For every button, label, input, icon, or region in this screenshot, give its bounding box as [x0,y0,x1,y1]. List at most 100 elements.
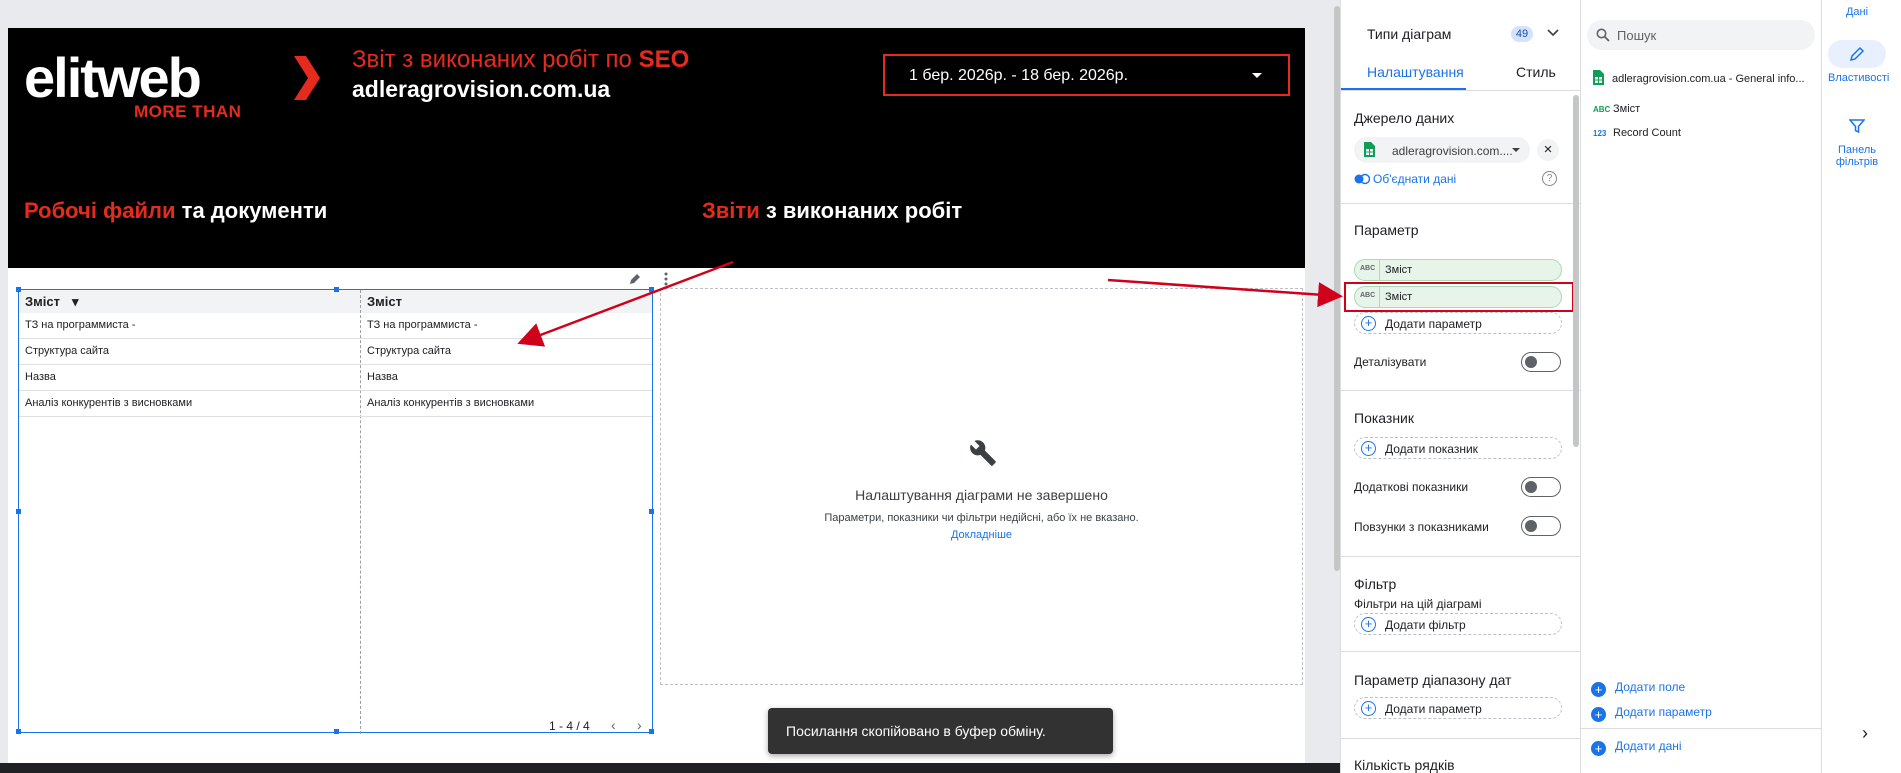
report-domain: adleragrovision.com.ua [352,76,611,102]
add-data-button[interactable]: + Додати дані [1591,739,1682,756]
add-dimension-label: Додати параметр [1385,317,1482,331]
incomplete-chart-title: Налаштування діаграми не завершено [855,487,1108,503]
drill-down-toggle[interactable] [1521,352,1561,372]
add-icon: + [1591,682,1606,697]
chevron-down-icon [1512,148,1520,152]
add-parameter-label: Додати параметр [1615,705,1712,719]
column-divider [360,290,361,734]
add-parameter-button[interactable]: + Додати параметр [1591,705,1712,722]
resize-handle[interactable] [16,287,21,292]
rows-heading: Кількість рядків [1354,757,1455,773]
data-source-item[interactable]: adleragrovision.com.ua - General info... [1593,70,1805,85]
logo-chevron-icon [294,56,320,100]
learn-more-link[interactable]: Докладніше [661,529,1302,541]
properties-scrollbar[interactable] [1573,95,1579,447]
chevron-down-icon[interactable] [1547,28,1559,38]
add-dimension-button[interactable]: + Додати параметр [1354,312,1562,334]
report-canvas: elitweb MORE THAN Звіт з виконаних робіт… [0,0,1340,773]
wrench-icon [970,440,996,466]
sheets-icon [1593,70,1604,85]
resize-handle[interactable] [334,287,339,292]
metric-heading: Показник [1354,410,1415,426]
metric-sliders-toggle[interactable] [1521,516,1561,536]
table-cell: ТЗ на программиста - [367,319,478,331]
field-item[interactable]: ABC Зміст [1593,103,1640,115]
sort-desc-icon[interactable]: ▾ [72,294,79,310]
optional-metrics-toggle[interactable] [1521,477,1561,497]
section-heading-files-accent: Робочі файли [24,198,176,223]
chevron-right-icon[interactable]: › [1862,723,1868,744]
pencil-icon[interactable] [628,272,642,286]
search-placeholder: Пошук [1617,28,1657,43]
resize-handle[interactable] [334,729,339,734]
field-name: Зміст [1613,103,1641,115]
drill-down-label: Деталізувати [1354,355,1427,369]
incomplete-chart[interactable]: Налаштування діаграми не завершено Парам… [660,288,1303,685]
filter-icon [1849,119,1865,134]
add-data-label: Додати дані [1615,739,1682,753]
divider [1341,651,1581,652]
data-panel: Пошук adleragrovision.com.ua - General i… [1580,0,1822,773]
section-heading-reports-accent: Звіти [702,198,760,223]
add-metric-label: Додати показник [1385,442,1478,456]
table-chart[interactable]: Зміст ▾ Зміст ТЗ на программиста - ТЗ на… [16,287,654,734]
resize-handle[interactable] [649,509,654,514]
table-pagination: 1 - 4 / 4 ‹ › [549,717,642,733]
resize-handle[interactable] [649,729,654,734]
rail-filter-icon-box [1828,112,1886,140]
tab-style[interactable]: Стиль [1516,64,1556,80]
chevron-left-icon[interactable]: ‹ [611,717,616,733]
table-cell: Аналіз конкурентів з висновками [25,397,193,409]
tab-setup[interactable]: Налаштування [1367,64,1464,80]
report-title: Звіт з виконаних робіт по SEO [352,46,689,74]
resize-handle[interactable] [16,729,21,734]
add-metric-button[interactable]: + Додати показник [1354,437,1562,459]
table-header-row: Зміст ▾ Зміст [19,290,652,313]
section-heading-reports: Звіти з виконаних робіт [702,198,962,224]
date-range-control[interactable]: 1 бер. 2026р. - 18 бер. 2026р. [883,54,1290,96]
filter-subheading: Фільтри на цій діаграмі [1354,597,1482,611]
resize-handle[interactable] [16,509,21,514]
dimension-heading: Параметр [1354,222,1419,238]
add-date-dimension-label: Додати параметр [1385,702,1482,716]
field-item[interactable]: 123 Record Count [1593,127,1681,139]
field-search[interactable]: Пошук [1587,20,1815,50]
add-icon: + [1361,441,1376,456]
blend-data-link[interactable]: Об'єднати дані [1354,172,1456,186]
chevron-right-icon[interactable]: › [637,717,642,733]
search-icon [1596,28,1610,42]
brand-logo: elitweb MORE THAN [24,46,320,121]
data-source-name: adleragrovision.com.ua - General info... [1612,73,1805,85]
rail-data-button[interactable]: Дані [1828,6,1886,18]
date-range-dimension-heading: Параметр діапазону дат [1354,672,1512,688]
row-divider [19,364,652,365]
pagination-text: 1 - 4 / 4 [549,719,590,733]
chart-types-label[interactable]: Типи діаграм [1367,26,1451,42]
number-type-icon: 123 [1593,129,1607,138]
metric-sliders-label: Повзунки з показниками [1354,520,1489,534]
table-cell: Структура сайта [367,345,452,357]
add-field-button[interactable]: + Додати поле [1591,680,1685,697]
rail-properties-button[interactable]: Властивості [1828,40,1889,84]
help-icon[interactable]: ? [1542,171,1557,186]
table-header-cell[interactable]: Зміст [367,294,402,309]
section-heading-files: Робочі файли та документи [24,198,327,224]
data-source-select[interactable]: adleragrovision.com.... [1354,137,1530,163]
close-icon[interactable]: × [1537,139,1559,161]
table-cell: Структура сайта [25,345,110,357]
more-vert-icon[interactable] [664,272,668,286]
dimension-chip[interactable]: ABC Зміст [1354,259,1562,281]
chart-types-count-badge: 49 [1511,26,1533,42]
add-icon: + [1361,617,1376,632]
resize-handle[interactable] [649,287,654,292]
properties-panel: Типи діаграм 49 Налаштування Стиль Джере… [1340,0,1581,773]
rail-filter-bar-label: Панель фільтрів [1835,144,1879,168]
report-title-text: Звіт з виконаних робіт по [352,46,639,73]
blend-icon [1354,173,1371,185]
add-date-dimension-button[interactable]: + Додати параметр [1354,697,1562,719]
rail-filter-bar-button[interactable]: Панель фільтрів [1828,112,1886,168]
table-header-cell[interactable]: Зміст [25,294,60,309]
add-filter-button[interactable]: + Додати фільтр [1354,613,1562,635]
data-source-value: adleragrovision.com.... [1392,144,1513,158]
logo-wordmark: elitweb [24,46,202,109]
